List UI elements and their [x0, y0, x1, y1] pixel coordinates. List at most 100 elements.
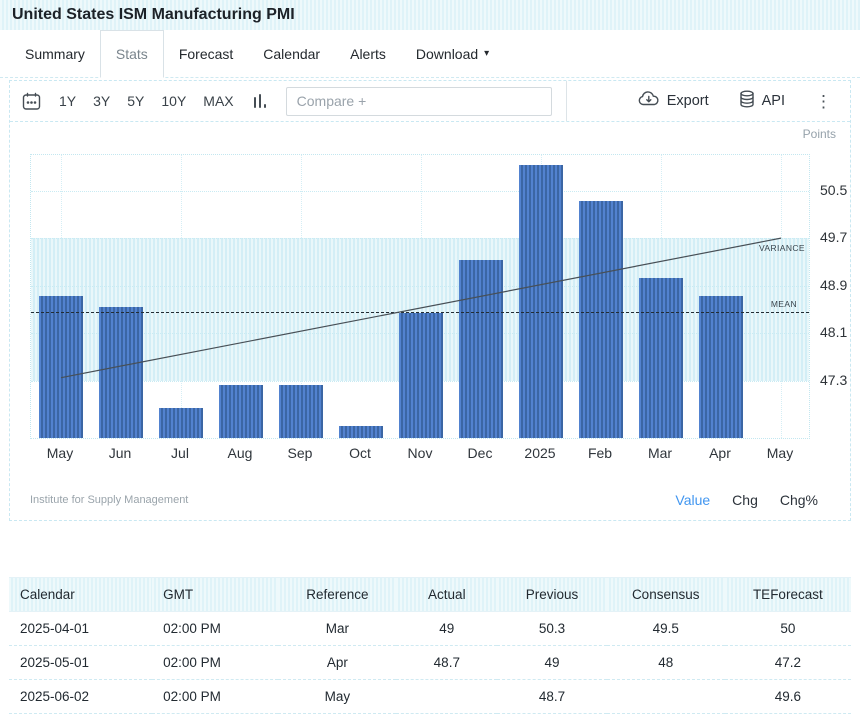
source-label: Institute for Supply Management	[30, 494, 188, 506]
calendar-icon[interactable]	[22, 92, 41, 111]
tab-calendar[interactable]: Calendar	[248, 30, 335, 77]
cell-consensus	[607, 680, 725, 714]
v-gridline	[781, 155, 782, 438]
h-gridline	[31, 286, 809, 287]
y-tick-48.1: 48.1	[820, 324, 847, 340]
api-button[interactable]: API	[739, 90, 785, 112]
legend-value[interactable]: Value	[675, 492, 710, 508]
cell-consensus: 48	[607, 646, 725, 680]
x-label-jul: Jul	[150, 445, 210, 461]
pmi-bar-2025[interactable]	[519, 165, 563, 438]
cell-previous: 48.7	[497, 680, 606, 714]
col-header-gmt: GMT	[152, 578, 278, 612]
cell-reference: May	[278, 680, 396, 714]
cloud-export-icon	[638, 91, 660, 111]
pmi-bar-nov[interactable]	[399, 313, 443, 438]
table-body: 2025-04-0102:00 PMMar4950.349.5502025-05…	[9, 612, 851, 714]
legend-chg[interactable]: Chg	[732, 492, 758, 508]
cell-reference: Apr	[278, 646, 396, 680]
x-label-aug: Aug	[210, 445, 270, 461]
tab-forecast[interactable]: Forecast	[164, 30, 248, 77]
h-gridline	[31, 191, 809, 192]
y-axis-unit-label: Points	[803, 127, 836, 141]
x-label-sep: Sep	[270, 445, 330, 461]
toolbar-left-group: 1Y 3Y 5Y 10Y MAX	[10, 81, 567, 121]
api-label: API	[762, 93, 785, 109]
y-tick-48.9: 48.9	[820, 277, 847, 293]
x-label-apr: Apr	[690, 445, 750, 461]
h-gridline	[31, 238, 809, 239]
col-header-actual: Actual	[396, 578, 497, 612]
tab-stats[interactable]: Stats	[100, 30, 164, 78]
range-selector: 1Y 3Y 5Y 10Y MAX	[59, 93, 234, 109]
col-header-consensus: Consensus	[607, 578, 725, 612]
x-label-oct: Oct	[330, 445, 390, 461]
cell-previous: 50.3	[497, 612, 606, 646]
toolbar-right-group: Export API ⋮	[638, 90, 850, 112]
tab-label: Download	[416, 46, 478, 62]
table-row-2: 2025-06-0202:00 PMMay 48.7 49.6	[9, 680, 851, 714]
pmi-bar-may[interactable]	[39, 296, 83, 439]
pmi-bar-aug[interactable]	[219, 385, 263, 438]
y-tick-49.7: 49.7	[820, 229, 847, 245]
col-header-reference: Reference	[278, 578, 396, 612]
cell-gmt: 02:00 PM	[152, 680, 278, 714]
cell-actual	[396, 680, 497, 714]
pmi-bar-dec[interactable]	[459, 260, 503, 438]
mean-line	[31, 312, 809, 313]
pmi-bar-oct[interactable]	[339, 426, 383, 438]
tab-summary[interactable]: Summary	[10, 30, 100, 77]
cell-teforecast: 47.2	[725, 646, 851, 680]
range-1y[interactable]: 1Y	[59, 93, 76, 109]
x-label-may: May	[750, 445, 810, 461]
pmi-bar-mar[interactable]	[639, 278, 683, 438]
cell-previous: 49	[497, 646, 606, 680]
cell-calendar: 2025-05-01	[9, 646, 152, 680]
tab-label: Calendar	[263, 46, 320, 62]
pmi-bar-feb[interactable]	[579, 201, 623, 439]
variance-label: VARIANCE	[759, 243, 805, 253]
y-tick-47.3: 47.3	[820, 372, 847, 388]
x-label-nov: Nov	[390, 445, 450, 461]
legend: Value Chg Chg%	[675, 492, 818, 508]
x-label-dec: Dec	[450, 445, 510, 461]
cell-gmt: 02:00 PM	[152, 612, 278, 646]
cell-calendar: 2025-04-01	[9, 612, 152, 646]
pmi-bar-apr[interactable]	[699, 296, 743, 439]
cell-actual: 48.7	[396, 646, 497, 680]
compare-input[interactable]	[286, 87, 552, 116]
cell-teforecast: 50	[725, 612, 851, 646]
tab-label: Stats	[116, 46, 148, 62]
range-3y[interactable]: 3Y	[93, 93, 110, 109]
v-gridline	[181, 155, 182, 438]
chart-area: Points MEANVARIANCE 50.549.748.948.147.3…	[10, 122, 850, 520]
tab-label: Summary	[25, 46, 85, 62]
cell-reference: Mar	[278, 612, 396, 646]
cell-teforecast: 49.6	[725, 680, 851, 714]
pmi-bar-sep[interactable]	[279, 385, 323, 438]
range-max[interactable]: MAX	[203, 93, 233, 109]
x-label-2025: 2025	[510, 445, 570, 461]
calendar-table: CalendarGMTReferenceActualPreviousConsen…	[9, 577, 851, 714]
tab-label: Alerts	[350, 46, 386, 62]
pmi-bar-jun[interactable]	[99, 307, 143, 438]
table-row-1: 2025-05-0102:00 PMApr48.7494847.2	[9, 646, 851, 680]
tab-download[interactable]: Download ▾	[401, 30, 504, 77]
export-label: Export	[667, 93, 709, 109]
pmi-bar-jul[interactable]	[159, 408, 203, 438]
export-button[interactable]: Export	[638, 91, 709, 111]
bar-chart-type-icon[interactable]	[252, 93, 268, 110]
col-header-previous: Previous	[497, 578, 606, 612]
page-title: United States ISM Manufacturing PMI	[0, 0, 860, 30]
cell-consensus: 49.5	[607, 612, 725, 646]
col-header-calendar: Calendar	[9, 578, 152, 612]
legend-chgpct[interactable]: Chg%	[780, 492, 818, 508]
cell-calendar: 2025-06-02	[9, 680, 152, 714]
range-10y[interactable]: 10Y	[161, 93, 186, 109]
kebab-menu-icon[interactable]: ⋮	[815, 93, 832, 110]
chevron-down-icon: ▾	[484, 48, 489, 59]
cell-gmt: 02:00 PM	[152, 646, 278, 680]
tab-alerts[interactable]: Alerts	[335, 30, 401, 77]
database-api-icon	[739, 90, 755, 112]
range-5y[interactable]: 5Y	[127, 93, 144, 109]
